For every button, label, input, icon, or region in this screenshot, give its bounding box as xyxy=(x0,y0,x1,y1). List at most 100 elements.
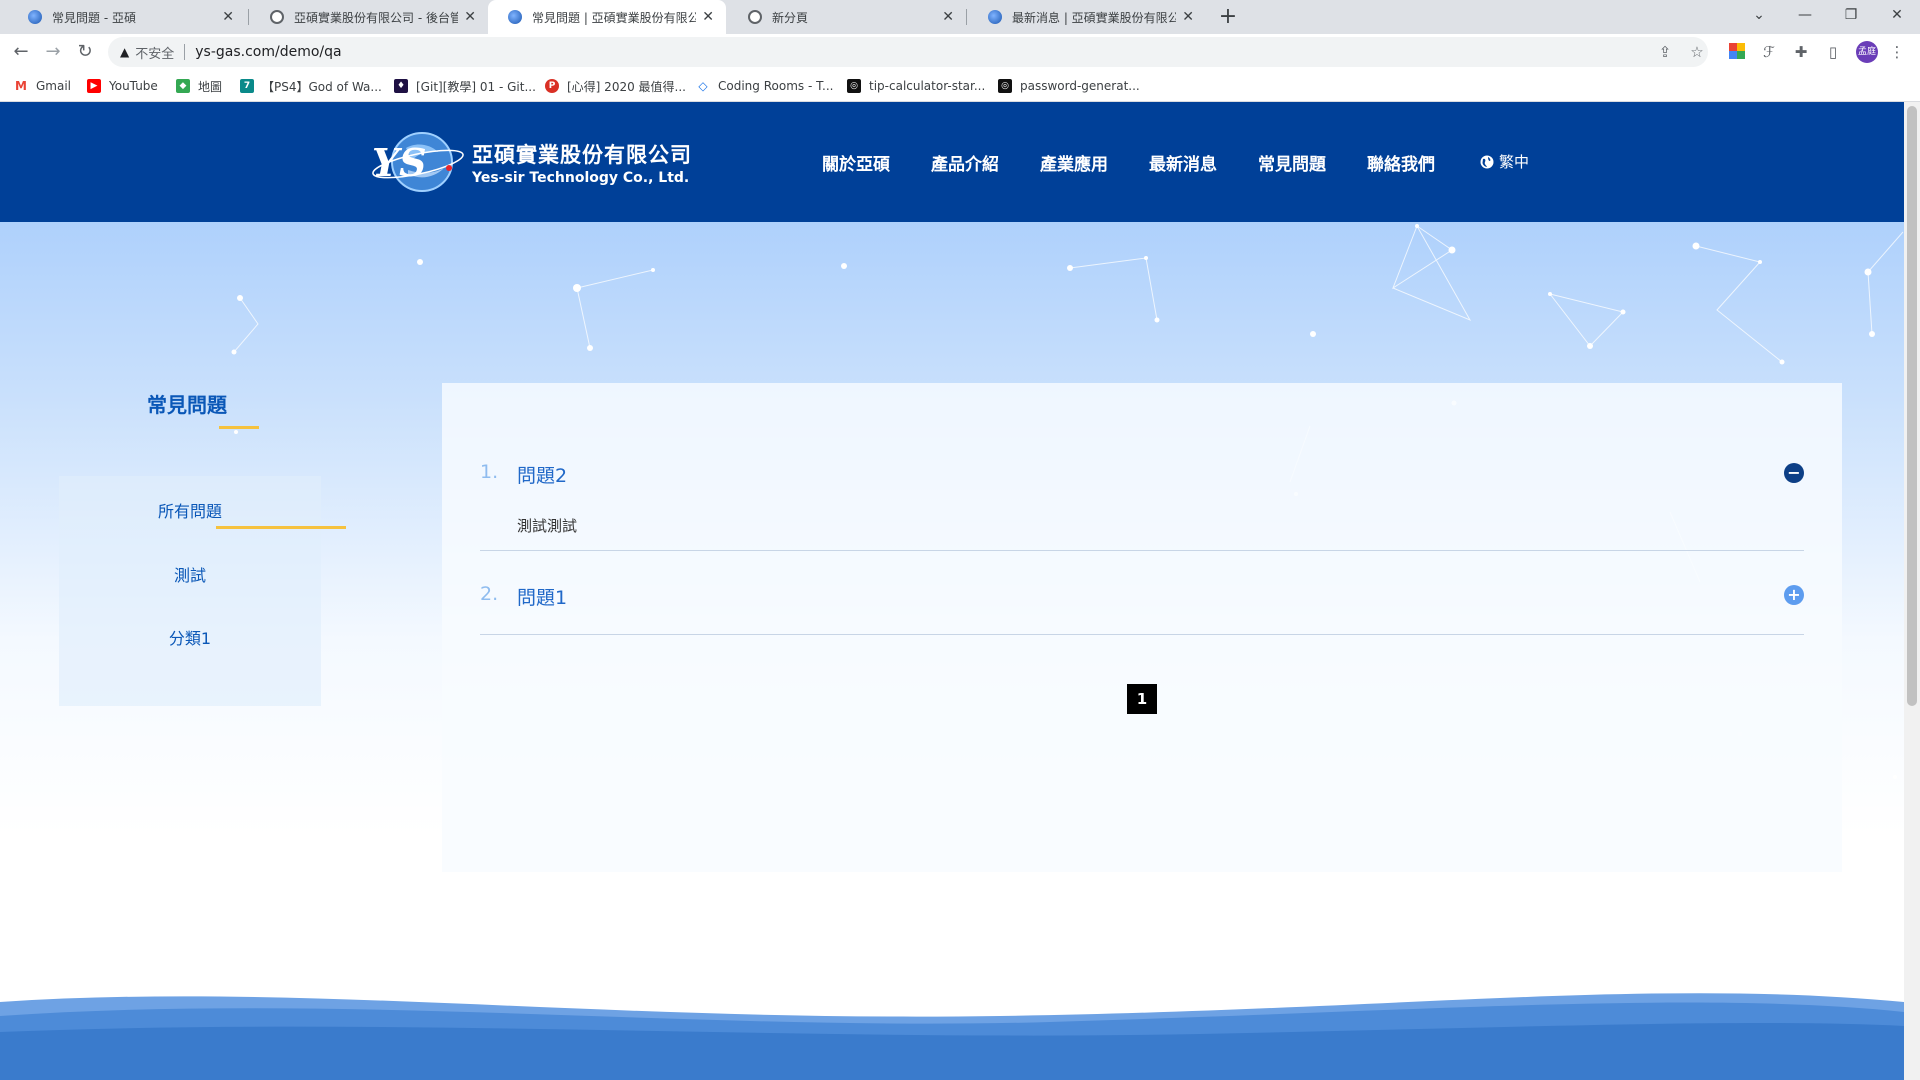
tab-strip: 常見問題 - 亞碩 ✕ 亞碩實業股份有限公司 - 後台管理 ✕ 常見問題 | 亞… xyxy=(0,0,1920,34)
footer-wave-decoration xyxy=(0,993,1904,1080)
nav-item-applications[interactable]: 產業應用 xyxy=(1040,150,1108,175)
page-scrollbar[interactable] xyxy=(1904,102,1920,1080)
browser-tab[interactable]: 亞碩實業股份有限公司 - 後台管理 ✕ xyxy=(250,0,488,34)
tab-separator xyxy=(248,9,249,25)
close-tab-icon[interactable]: ✕ xyxy=(702,9,714,25)
bookmark-label: password-generat... xyxy=(1020,79,1140,93)
nav-item-contact[interactable]: 聯絡我們 xyxy=(1367,150,1435,175)
bookmark-favicon-icon: ◎ xyxy=(847,79,861,93)
bookmark-favicon-icon: P xyxy=(545,79,559,93)
bookmark-item[interactable]: 7 【PS4】God of Wa... xyxy=(240,78,382,94)
collapse-minus-icon[interactable]: − xyxy=(1784,463,1804,483)
bookmark-item[interactable]: M Gmail xyxy=(14,78,71,94)
category-item-all[interactable]: 所有問題 xyxy=(59,498,321,522)
category-panel: 所有問題 測試 分類1 xyxy=(59,476,321,706)
bookmark-item[interactable]: P [心得] 2020 最值得... xyxy=(545,78,686,94)
forward-arrow-icon[interactable]: → xyxy=(41,40,65,64)
bookmark-label: 地圖 xyxy=(198,79,223,94)
pagination-page-button[interactable]: 1 xyxy=(1127,684,1157,714)
bookmark-label: Gmail xyxy=(36,79,72,93)
tab-search-icon[interactable]: ⌄ xyxy=(1736,0,1782,30)
close-tab-icon[interactable]: ✕ xyxy=(464,9,476,25)
bookmark-item[interactable]: ♦ [Git][教學] 01 - Git... xyxy=(394,78,536,94)
address-bar[interactable]: ▲ 不安全 ys-gas.com/demo/qa xyxy=(108,37,1708,67)
reload-icon[interactable]: ↻ xyxy=(73,40,97,64)
translate-extension-icon[interactable]: ℱ xyxy=(1760,43,1778,61)
bookmark-item[interactable]: ◇ Coding Rooms - T... xyxy=(696,78,833,94)
browser-tab[interactable]: 新分頁 ✕ xyxy=(728,0,966,34)
share-icon[interactable]: ⇪ xyxy=(1656,43,1674,61)
active-category-underline xyxy=(216,526,346,529)
ys-globe-logo-icon: YS xyxy=(368,130,466,194)
close-tab-icon[interactable]: ✕ xyxy=(222,9,234,25)
site-header: YS 亞碩實業股份有限公司 Yes-sir Technology Co., Lt… xyxy=(0,102,1904,222)
language-label: 繁中 xyxy=(1499,153,1530,171)
color-extension-icon[interactable] xyxy=(1728,43,1746,61)
tab-separator xyxy=(966,9,967,25)
close-tab-icon[interactable]: ✕ xyxy=(1182,9,1194,25)
bookmark-label: YouTube xyxy=(109,79,158,93)
bookmark-label: [Git][教學] 01 - Git... xyxy=(416,79,536,94)
maps-icon: ◆ xyxy=(176,79,190,93)
bookmark-favicon-icon: 7 xyxy=(240,79,254,93)
scrollbar-thumb[interactable] xyxy=(1907,106,1917,706)
site-favicon-icon xyxy=(508,10,522,24)
bookmark-star-icon[interactable]: ☆ xyxy=(1688,43,1706,61)
bookmark-favicon-icon: ♦ xyxy=(394,79,408,93)
language-switcher[interactable]: 繁中 xyxy=(1480,151,1529,172)
faq-panel: 1. 問題2 − 測試測試 2. 問題1 + 1 xyxy=(442,383,1842,872)
bookmark-item[interactable]: ◆ 地圖 xyxy=(176,78,222,94)
nav-item-products[interactable]: 產品介紹 xyxy=(931,150,999,175)
company-name-zh: 亞碩實業股份有限公司 xyxy=(472,141,692,167)
logo-text: 亞碩實業股份有限公司 Yes-sir Technology Co., Ltd. xyxy=(472,139,692,186)
browser-tab[interactable]: 最新消息 | 亞碩實業股份有限公司 ✕ xyxy=(968,0,1206,34)
bookmark-label: Coding Rooms - T... xyxy=(718,79,834,93)
new-tab-button[interactable]: + xyxy=(1215,4,1241,30)
menu-kebab-icon[interactable]: ⋮ xyxy=(1888,43,1906,61)
category-item-test[interactable]: 測試 xyxy=(59,562,321,586)
browser-tab[interactable]: 常見問題 - 亞碩 ✕ xyxy=(8,0,246,34)
site-favicon-icon xyxy=(988,10,1002,24)
extensions-puzzle-icon[interactable]: ✚ xyxy=(1792,43,1810,61)
side-panel-icon[interactable]: ▯ xyxy=(1824,43,1842,61)
gmail-icon: M xyxy=(14,79,28,93)
minimize-icon[interactable]: — xyxy=(1782,0,1828,30)
security-label[interactable]: 不安全 xyxy=(135,43,174,62)
browser-tab-active[interactable]: 常見問題 | 亞碩實業股份有限公司 ✕ xyxy=(488,0,726,34)
globe-icon xyxy=(1480,155,1494,168)
nav-item-faq[interactable]: 常見問題 xyxy=(1258,150,1326,175)
restore-icon[interactable]: ❐ xyxy=(1828,0,1874,30)
company-name-en: Yes-sir Technology Co., Ltd. xyxy=(472,169,690,186)
faq-item: 2. 問題1 + xyxy=(480,551,1804,635)
url-text[interactable]: ys-gas.com/demo/qa xyxy=(195,44,341,60)
bookmark-item[interactable]: ◎ tip-calculator-star... xyxy=(847,78,985,94)
globe-favicon-icon xyxy=(270,10,284,24)
bookmark-label: [心得] 2020 最值得... xyxy=(567,79,686,94)
site-logo[interactable]: YS 亞碩實業股份有限公司 Yes-sir Technology Co., Lt… xyxy=(368,130,692,194)
expand-plus-icon[interactable]: + xyxy=(1784,585,1804,605)
omnibox-divider xyxy=(184,44,186,60)
faq-question[interactable]: 問題2 xyxy=(517,461,567,488)
back-arrow-icon[interactable]: ← xyxy=(9,40,33,64)
browser-toolbar: ← → ↻ ▲ 不安全 ys-gas.com/demo/qa ⇪ ☆ ℱ ✚ ▯… xyxy=(0,34,1920,70)
category-item-category1[interactable]: 分類1 xyxy=(59,625,321,649)
chrome-favicon-icon xyxy=(748,10,762,24)
bookmark-label: 【PS4】God of Wa... xyxy=(262,79,382,94)
faq-question[interactable]: 問題1 xyxy=(517,583,567,610)
sidebar-title: 常見問題 xyxy=(147,393,227,417)
close-tab-icon[interactable]: ✕ xyxy=(942,9,954,25)
site-favicon-icon xyxy=(28,10,42,24)
nav-item-news[interactable]: 最新消息 xyxy=(1149,150,1217,175)
warning-triangle-icon: ▲ xyxy=(120,45,130,59)
bookmark-item[interactable]: ◎ password-generat... xyxy=(998,78,1140,94)
tab-title: 新分頁 xyxy=(772,10,809,25)
bookmark-favicon-icon: ◎ xyxy=(998,79,1012,93)
faq-number: 1. xyxy=(480,461,499,483)
youtube-icon: ▶ xyxy=(87,79,101,93)
close-window-icon[interactable]: ✕ xyxy=(1874,0,1920,30)
faq-number: 2. xyxy=(480,583,499,605)
bookmarks-bar: M Gmail ▶ YouTube ◆ 地圖 7 【PS4】God of Wa... ♦… xyxy=(0,70,1920,102)
nav-item-about[interactable]: 關於亞碩 xyxy=(822,150,890,175)
profile-avatar[interactable]: 孟庭 xyxy=(1856,41,1878,63)
bookmark-item[interactable]: ▶ YouTube xyxy=(87,78,158,94)
